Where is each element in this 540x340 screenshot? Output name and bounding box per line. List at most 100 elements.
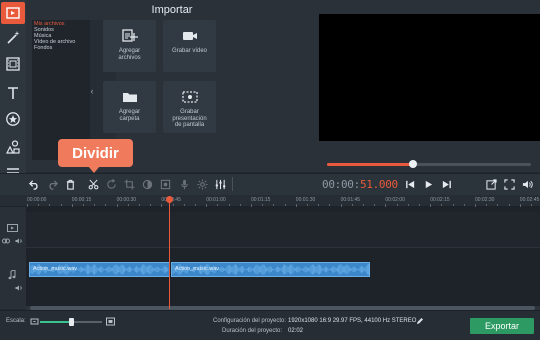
ruler-tick xyxy=(172,204,174,206)
highlight-button[interactable] xyxy=(156,175,174,193)
ruler-tick xyxy=(441,204,443,206)
import-title: Importar xyxy=(151,4,193,16)
ruler-tick-label: 00:00:30 xyxy=(116,197,137,203)
equalizer-button[interactable] xyxy=(211,175,229,193)
scale-slider-handle[interactable] xyxy=(69,318,74,326)
fullscreen-icon xyxy=(503,178,515,190)
add-files-tile[interactable]: Agregar archivos xyxy=(103,20,156,72)
ruler-tick xyxy=(105,204,107,206)
ruler-tick xyxy=(497,204,499,206)
speaker-icon xyxy=(522,180,533,188)
record-screen-tile[interactable]: Grabar presentación de pantalla xyxy=(163,81,216,133)
clip-properties-button[interactable] xyxy=(193,175,211,193)
video-track-mute-icon[interactable] xyxy=(15,237,23,244)
import-tool-button[interactable] xyxy=(1,2,25,24)
ruler-tick xyxy=(38,204,40,206)
audio-track-mute-icon[interactable] xyxy=(15,284,23,291)
ruler-tick-label: 00:00:15 xyxy=(71,197,92,203)
redo-button[interactable] xyxy=(43,175,61,193)
editing-toolbar xyxy=(0,173,540,195)
transitions-tool-button[interactable] xyxy=(1,53,25,75)
playhead-line[interactable] xyxy=(169,196,170,309)
video-camera-icon xyxy=(182,32,197,40)
playhead-handle[interactable] xyxy=(166,196,173,203)
timecode-hours-minutes: 00:00: xyxy=(322,178,360,191)
chevron-left-icon: ‹ xyxy=(90,86,94,96)
undo-button[interactable] xyxy=(25,175,43,193)
screen-record-icon xyxy=(181,91,198,103)
ruler-tick xyxy=(486,204,488,206)
ruler-tick xyxy=(83,204,84,206)
sticker-star-icon xyxy=(6,112,20,126)
zoom-in-icon[interactable] xyxy=(106,317,115,326)
skip-forward-icon xyxy=(442,180,451,188)
shapes-tool-button[interactable] xyxy=(1,136,25,158)
split-button[interactable] xyxy=(84,175,102,193)
redo-icon xyxy=(48,179,58,190)
ruler-tick-label: 00:02:15 xyxy=(430,197,450,203)
delete-button[interactable] xyxy=(61,175,79,193)
playback-progress-handle[interactable] xyxy=(409,160,417,168)
detach-preview-button[interactable] xyxy=(482,175,500,193)
record-audio-button[interactable] xyxy=(175,175,193,193)
audio-clip[interactable]: Action_music.wav xyxy=(171,262,370,277)
scale-label: Escala: xyxy=(6,318,26,324)
ruler-tick xyxy=(195,204,196,206)
record-video-tile[interactable]: Grabar vídeo xyxy=(163,20,216,72)
ruler-tick-label: 00:01:30 xyxy=(295,197,316,203)
stickers-tool-button[interactable] xyxy=(1,108,25,130)
color-adjust-button[interactable] xyxy=(138,175,156,193)
ruler-tick xyxy=(318,204,320,206)
ruler-tick xyxy=(228,204,230,206)
add-folder-tile[interactable]: Agregar carpeta xyxy=(103,81,156,133)
project-duration-label: Duración del proyecto: xyxy=(222,328,283,334)
audio-clip[interactable]: Action_music.wav xyxy=(29,262,170,277)
ruler-tick-label: 00:02:00 xyxy=(385,197,405,203)
video-preview xyxy=(319,14,540,141)
ruler-tick-label: 00:01:45 xyxy=(340,197,361,203)
next-frame-button[interactable] xyxy=(437,175,455,193)
ruler-tick-label: 00:00:00 xyxy=(27,197,47,203)
ruler-tick xyxy=(94,204,96,206)
volume-button[interactable] xyxy=(518,175,536,193)
ruler-tick xyxy=(262,204,264,206)
previous-frame-button[interactable] xyxy=(401,175,419,193)
video-track-lane[interactable] xyxy=(26,212,540,248)
ruler-tick xyxy=(307,204,308,206)
ruler-tick xyxy=(508,204,510,206)
project-settings-label: Configuración del proyecto: xyxy=(213,318,287,324)
collapse-panel-button[interactable]: ‹ xyxy=(88,86,96,100)
zoom-out-icon[interactable] xyxy=(30,317,39,326)
audio-clip-label: Action_music.wav xyxy=(33,266,78,272)
link-icon[interactable] xyxy=(2,237,10,244)
ruler-tick xyxy=(139,204,140,206)
ruler-tick xyxy=(396,204,398,206)
filters-tool-button[interactable] xyxy=(1,27,25,49)
equalizer-icon xyxy=(215,179,225,189)
add-files-label: Agregar archivos xyxy=(118,48,141,61)
edit-settings-button[interactable] xyxy=(416,317,424,325)
music-note-icon xyxy=(8,269,16,280)
skip-back-icon xyxy=(405,180,414,188)
ruler-tick xyxy=(60,204,62,206)
play-button[interactable] xyxy=(419,175,437,193)
import-icon xyxy=(6,7,20,19)
ruler-tick xyxy=(407,204,409,206)
ruler-tick xyxy=(127,204,129,206)
ruler-tick xyxy=(183,204,185,206)
titles-tool-button[interactable] xyxy=(1,82,25,104)
export-button[interactable]: Exportar xyxy=(470,318,534,334)
ruler-tick xyxy=(273,204,275,206)
split-tooltip: Dividir xyxy=(58,139,133,167)
ruler-tick-label: 00:02:45 xyxy=(519,197,540,203)
fullscreen-button[interactable] xyxy=(500,175,518,193)
category-backgrounds[interactable]: Fondos xyxy=(34,45,88,51)
ruler-tick xyxy=(374,204,376,206)
project-duration-value: 02:02 xyxy=(288,328,304,334)
rotate-button[interactable] xyxy=(102,175,120,193)
rotate-icon xyxy=(106,178,116,189)
tooltip-arrow xyxy=(88,166,100,173)
contrast-icon xyxy=(142,179,152,189)
record-video-label: Grabar vídeo xyxy=(171,48,208,54)
crop-button[interactable] xyxy=(120,175,138,193)
